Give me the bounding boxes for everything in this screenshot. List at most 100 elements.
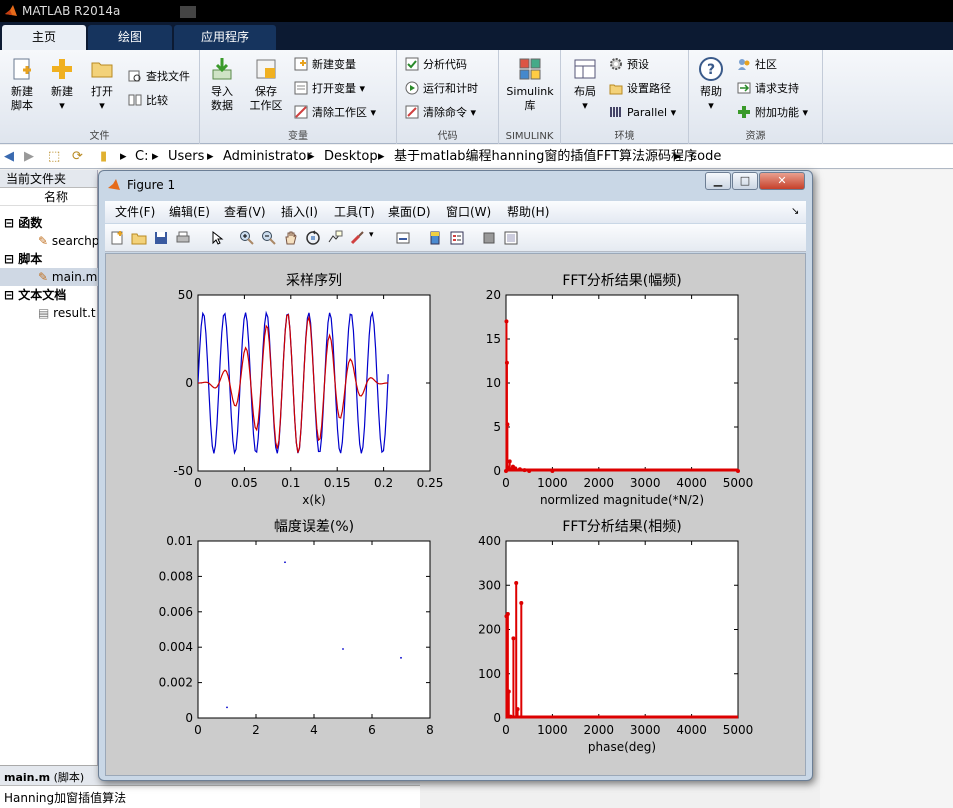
request-support-button[interactable]: 请求支持 bbox=[737, 80, 799, 98]
window-title: MATLAB R2014a bbox=[22, 4, 121, 18]
menu-desktop[interactable]: 桌面(D) bbox=[388, 201, 431, 223]
save-icon[interactable] bbox=[153, 230, 169, 246]
clear-workspace-button[interactable]: 清除工作区 ▾ bbox=[294, 104, 376, 122]
menu-tools[interactable]: 工具(T) bbox=[334, 201, 375, 223]
tree-group-scripts[interactable]: ⊟ 脚本 bbox=[4, 250, 42, 268]
analyze-code-button[interactable]: 分析代码 bbox=[405, 56, 467, 74]
new-script-button[interactable]: 新建 脚本 bbox=[2, 56, 42, 113]
menu-edit[interactable]: 编辑(E) bbox=[169, 201, 210, 223]
y-tick-label: 0.006 bbox=[159, 605, 193, 619]
open-file-icon[interactable] bbox=[131, 230, 147, 246]
rotate-3d-icon[interactable] bbox=[305, 230, 321, 246]
new-button[interactable]: 新建 ▾ bbox=[42, 56, 82, 113]
data-cursor-icon[interactable] bbox=[327, 230, 343, 246]
addons-button[interactable]: 附加功能 ▾ bbox=[737, 104, 808, 122]
new-variable-button[interactable]: 新建变量 bbox=[294, 56, 356, 74]
tree-group-functions[interactable]: ⊟ 函数 bbox=[4, 214, 42, 232]
dock-arrow-icon[interactable]: ↘ bbox=[791, 201, 799, 223]
x-tick-label: 0.25 bbox=[417, 476, 444, 490]
breadcrumb-code[interactable]: code bbox=[690, 145, 721, 169]
chart-title: 采样序列 bbox=[286, 273, 342, 289]
print-icon[interactable] bbox=[175, 230, 191, 246]
pointer-icon[interactable] bbox=[209, 230, 225, 246]
help-button[interactable]: ? 帮助 ▾ bbox=[691, 56, 731, 113]
colorbar-icon[interactable] bbox=[427, 230, 443, 246]
data-point bbox=[505, 612, 510, 617]
zoom-in-icon[interactable] bbox=[239, 230, 255, 246]
menu-insert[interactable]: 插入(I) bbox=[281, 201, 318, 223]
layout-button[interactable]: 布局 ▾ bbox=[565, 56, 605, 113]
tab-plots[interactable]: 绘图 bbox=[88, 25, 172, 50]
column-name-header[interactable]: 名称 bbox=[0, 188, 97, 206]
list-item-selected[interactable]: ✎ main.m bbox=[0, 268, 98, 286]
figure-title-bar[interactable]: Figure 1 ▁ □ ✕ bbox=[99, 171, 812, 199]
save-workspace-icon bbox=[256, 59, 276, 79]
tree-group-text[interactable]: ⊟ 文本文档 bbox=[4, 286, 66, 304]
group-scripts-label: 脚本 bbox=[18, 252, 43, 266]
import-data-button[interactable]: 导入 数据 bbox=[202, 56, 242, 113]
community-button[interactable]: 社区 bbox=[737, 56, 777, 74]
folder-icon: ▮ bbox=[100, 149, 108, 164]
menu-view[interactable]: 查看(V) bbox=[224, 201, 266, 223]
breadcrumb-c[interactable]: C: bbox=[135, 145, 148, 169]
breadcrumb-desktop[interactable]: Desktop bbox=[324, 145, 378, 169]
tab-apps[interactable]: 应用程序 bbox=[174, 25, 276, 50]
data-point bbox=[505, 422, 510, 427]
figure-toolbar: ▾ bbox=[105, 224, 806, 252]
browse-folder-icon[interactable]: ⟳ bbox=[72, 145, 83, 169]
brush-icon[interactable] bbox=[349, 230, 365, 246]
link-plot-icon[interactable] bbox=[395, 230, 411, 246]
compare-button[interactable]: 比较 bbox=[128, 92, 168, 110]
list-item[interactable]: ▤ result.t bbox=[38, 304, 96, 322]
simulink-library-button[interactable]: Simulink 库 bbox=[503, 56, 557, 113]
open-button[interactable]: 打开 ▾ bbox=[82, 56, 122, 113]
up-folder-icon[interactable]: ⬚ bbox=[48, 145, 60, 169]
compare-icon bbox=[128, 94, 142, 106]
legend-icon[interactable] bbox=[449, 230, 465, 246]
group-file: 新建 脚本 新建 ▾ 打开 ▾ 查找文件 比较 文件 bbox=[0, 50, 200, 144]
breadcrumb-users[interactable]: Users bbox=[168, 145, 204, 169]
x-tick-label: 1000 bbox=[537, 476, 568, 490]
hide-plot-tools-icon[interactable] bbox=[481, 230, 497, 246]
pan-hand-icon[interactable] bbox=[283, 230, 299, 246]
run-and-time-icon bbox=[405, 81, 419, 95]
find-files-button[interactable]: 查找文件 bbox=[128, 68, 190, 86]
breadcrumb-administrator[interactable]: Administrator bbox=[223, 145, 312, 169]
menu-window[interactable]: 窗口(W) bbox=[446, 201, 491, 223]
y-tick-label: 0.01 bbox=[166, 534, 193, 548]
breadcrumb-sep: ▸ bbox=[152, 149, 159, 164]
tab-home[interactable]: 主页 bbox=[2, 25, 86, 50]
brush-dropdown-icon[interactable]: ▾ bbox=[369, 230, 374, 240]
x-tick-label: 3000 bbox=[630, 476, 661, 490]
group-environment: 布局 ▾ 预设 设置路径 Parallel ▾ 环境 bbox=[561, 50, 689, 144]
help-icon: ? bbox=[699, 57, 723, 81]
set-path-button[interactable]: 设置路径 bbox=[609, 80, 671, 98]
parallel-button[interactable]: Parallel ▾ bbox=[609, 104, 676, 122]
open-variable-button[interactable]: 打开变量 ▾ bbox=[294, 80, 365, 98]
data-point bbox=[515, 707, 520, 712]
breadcrumb-project[interactable]: 基于matlab编程hanning窗的插值FFT算法源码程序 bbox=[394, 145, 697, 169]
show-plot-tools-icon[interactable] bbox=[503, 230, 519, 246]
back-icon[interactable]: ◀ bbox=[4, 145, 14, 169]
preferences-button[interactable]: 预设 bbox=[609, 56, 649, 74]
zoom-out-icon[interactable] bbox=[261, 230, 277, 246]
command-window-area bbox=[820, 170, 953, 808]
breadcrumb-sep: ▸ bbox=[378, 149, 385, 164]
minimize-button[interactable]: ▁ bbox=[705, 172, 731, 190]
x-tick-label: 0.1 bbox=[281, 476, 300, 490]
new-figure-icon[interactable] bbox=[109, 230, 125, 246]
menu-help[interactable]: 帮助(H) bbox=[507, 201, 549, 223]
run-and-time-button[interactable]: 运行和计时 bbox=[405, 80, 478, 98]
import-icon bbox=[212, 58, 232, 80]
close-button[interactable]: ✕ bbox=[759, 172, 805, 190]
list-item[interactable]: ✎ searchp bbox=[38, 232, 99, 250]
maximize-button[interactable]: □ bbox=[732, 172, 758, 190]
save-workspace-button[interactable]: 保存 工作区 bbox=[244, 56, 288, 113]
forward-icon[interactable]: ▶ bbox=[24, 145, 34, 169]
figure-title: Figure 1 bbox=[127, 178, 176, 192]
new-script-icon bbox=[13, 58, 31, 80]
address-bar: ◀ ▶ ⬚ ⟳ ▮ ▸ C: ▸ Users ▸ Administrator ▸… bbox=[0, 145, 953, 169]
clear-commands-button[interactable]: 清除命令 ▾ bbox=[405, 104, 476, 122]
menu-file[interactable]: 文件(F) bbox=[115, 201, 155, 223]
data-point bbox=[400, 656, 402, 659]
